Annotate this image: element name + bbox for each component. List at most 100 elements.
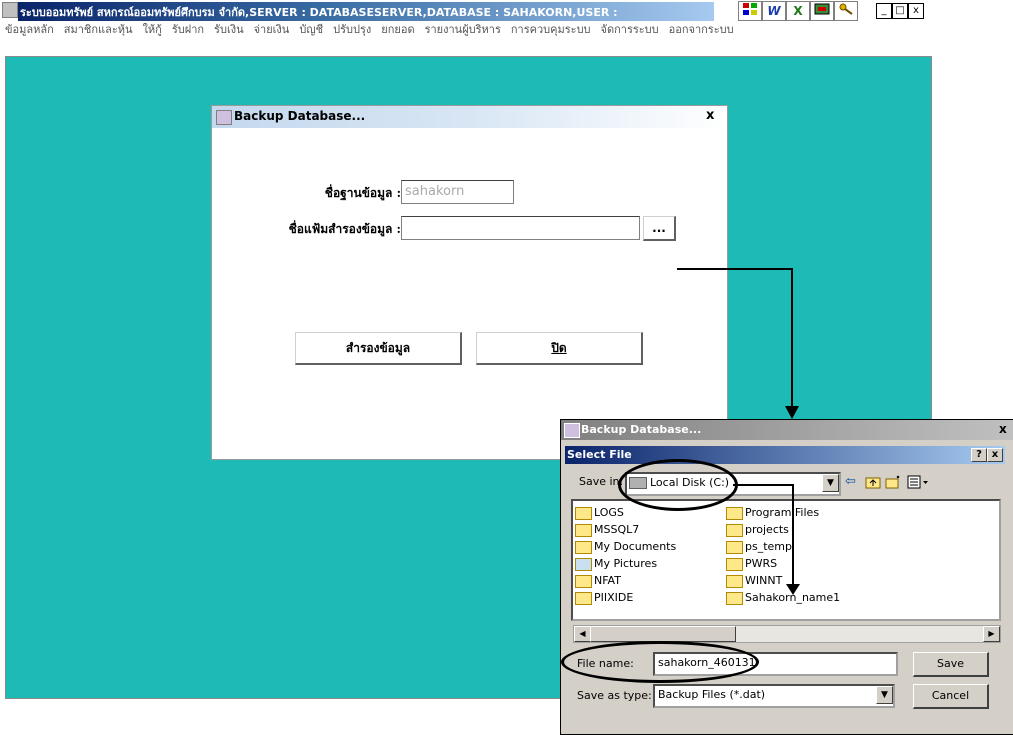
save-in-label: Save in: <box>579 475 624 488</box>
folder-label: WINNT <box>745 574 783 587</box>
dialog-icon <box>564 423 580 438</box>
folder-label: PIIXIDE <box>594 591 634 604</box>
menu-item[interactable]: ปรับปรุง <box>333 21 371 39</box>
menu-item[interactable]: จัดการระบบ <box>601 21 659 39</box>
folder-label: MSSQL7 <box>594 523 640 536</box>
list-item[interactable]: PWRS <box>726 556 777 572</box>
select-file-title: Select File <box>567 448 632 461</box>
menu-item[interactable]: สมาชิกและหุ้น <box>64 21 133 39</box>
folder-icon <box>726 540 743 554</box>
menu-item[interactable]: ยกยอด <box>381 21 414 39</box>
arrow-head-icon <box>786 584 800 595</box>
connector-line <box>791 268 793 411</box>
excel-icon[interactable]: X <box>786 1 810 21</box>
folder-icon <box>726 506 743 520</box>
close-dialog-button[interactable]: ปิด <box>476 332 643 365</box>
backup-button[interactable]: สำรองข้อมูล <box>295 332 462 365</box>
list-item[interactable]: MSSQL7 <box>575 522 639 538</box>
folder-label: projects <box>745 523 789 536</box>
folder-icon <box>726 591 743 605</box>
horizontal-scrollbar[interactable]: ◀ ▶ <box>573 625 1001 643</box>
folder-icon <box>726 523 743 537</box>
menu-item[interactable]: รายงานผู้บริหาร <box>425 21 501 39</box>
folder-label: PWRS <box>745 557 778 570</box>
db-name-label: ชื่อฐานข้อมูล : <box>324 186 401 200</box>
maximize-button[interactable]: □ <box>892 3 908 19</box>
folder-icon <box>575 506 592 520</box>
chevron-down-icon: ▼ <box>876 686 893 704</box>
grid-icon[interactable] <box>738 1 762 21</box>
scroll-left-icon[interactable]: ◀ <box>574 626 591 642</box>
folder-icon <box>575 523 592 537</box>
key-icon[interactable] <box>834 1 858 21</box>
list-item[interactable]: My Pictures <box>575 556 657 572</box>
menu-item[interactable]: จ่ายเงิน <box>254 21 290 39</box>
back-icon[interactable]: ⇦ <box>845 474 861 490</box>
save-as-type-value: Backup Files (*.dat) <box>658 688 766 701</box>
close-icon[interactable]: x <box>706 108 714 123</box>
menu-item[interactable]: การควบคุมระบบ <box>511 21 591 39</box>
scroll-thumb[interactable] <box>590 626 736 642</box>
menu-item[interactable]: ข้อมูลหลัก <box>5 21 54 39</box>
folder-label: Program Files <box>745 506 820 519</box>
connector-line <box>792 484 794 588</box>
list-item[interactable]: Program Files <box>726 505 819 521</box>
help-button[interactable]: ? <box>971 448 987 462</box>
list-item[interactable]: ps_temp <box>726 539 792 555</box>
backup-dialog-title-bar: Backup Database... x <box>212 106 727 128</box>
folder-icon <box>726 574 743 588</box>
list-item[interactable]: projects <box>726 522 789 538</box>
select-file-title-bar: Select File ? x <box>565 446 1005 464</box>
file-list: LOGS MSSQL7 My Documents My Pictures NFA… <box>571 499 1001 621</box>
chevron-down-icon: ▼ <box>822 474 839 492</box>
list-item[interactable]: LOGS <box>575 505 624 521</box>
folder-icon <box>575 574 592 588</box>
word-icon[interactable]: W <box>762 1 786 21</box>
backup-dialog-title: Backup Database... <box>234 109 366 123</box>
menu-item[interactable]: ให้กู้ <box>143 21 162 39</box>
mail-icon[interactable] <box>810 1 834 21</box>
browse-button[interactable]: ... <box>643 216 676 241</box>
menu-item[interactable]: รับฝาก <box>172 21 204 39</box>
select-file-outer-title-bar: Backup Database... x <box>561 420 1013 440</box>
scroll-right-icon[interactable]: ▶ <box>983 626 1000 642</box>
folder-label: My Documents <box>594 540 677 553</box>
folder-label: NFAT <box>594 574 621 587</box>
close-button[interactable]: x <box>908 3 924 19</box>
menu-bar: ข้อมูลหลัก สมาชิกและหุ้น ให้กู้ รับฝาก รับเง… <box>0 21 930 39</box>
minimize-button[interactable]: _ <box>876 3 892 19</box>
folder-label: LOGS <box>594 506 624 519</box>
app-title: ระบบออมทรัพย์ สหกรณ์ออมทรัพย์ศึกบรม จำกั… <box>18 2 714 23</box>
list-item[interactable]: PIIXIDE <box>575 590 633 606</box>
folder-icon <box>726 557 743 571</box>
list-item[interactable]: Sahakorn_name1 <box>726 590 840 606</box>
connector-line <box>733 484 793 486</box>
folder-label: My Pictures <box>594 557 658 570</box>
connector-line <box>677 268 792 270</box>
list-item[interactable]: WINNT <box>726 573 782 589</box>
cancel-button[interactable]: Cancel <box>913 684 989 709</box>
folder-icon <box>575 591 592 605</box>
view-menu-icon[interactable] <box>907 475 929 489</box>
list-item[interactable]: My Documents <box>575 539 676 555</box>
new-folder-icon[interactable] <box>885 475 901 489</box>
backup-file-label: ชื่อแฟ้มสำรองข้อมูล : <box>288 222 401 236</box>
close-button[interactable]: x <box>987 448 1003 462</box>
folder-icon <box>575 540 592 554</box>
highlight-ellipse <box>618 459 738 511</box>
menu-item[interactable]: บัญชี <box>299 21 323 39</box>
folder-label: ps_temp <box>745 540 792 553</box>
select-file-outer-title: Backup Database... <box>581 423 702 436</box>
close-icon[interactable]: x <box>999 422 1007 436</box>
pictures-folder-icon <box>575 557 592 571</box>
save-button[interactable]: Save <box>913 652 989 677</box>
up-folder-icon[interactable] <box>865 475 881 489</box>
list-item[interactable]: NFAT <box>575 573 621 589</box>
menu-item[interactable]: รับเงิน <box>214 21 244 39</box>
select-file-dialog: Backup Database... x Select File ? x Sav… <box>560 419 1013 735</box>
backup-dialog: Backup Database... x ชื่อฐานข้อมูล : sah… <box>211 105 728 460</box>
app-icon <box>2 2 18 18</box>
save-as-type-select[interactable]: Backup Files (*.dat) ▼ <box>653 684 895 708</box>
backup-file-input[interactable] <box>401 216 640 240</box>
menu-item[interactable]: ออกจากระบบ <box>669 21 734 39</box>
